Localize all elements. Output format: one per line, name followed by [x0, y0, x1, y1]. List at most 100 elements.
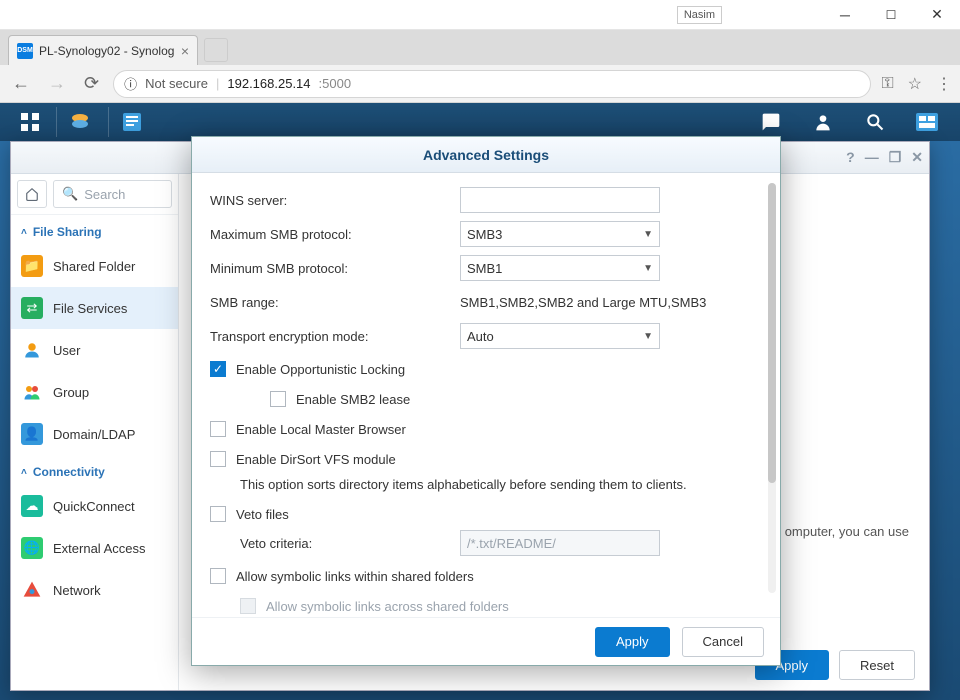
smb-range-label: SMB range: — [210, 295, 460, 310]
address-bar[interactable]: ⓘ Not secure | 192.168.25.14:5000 — [113, 70, 871, 98]
transport-select[interactable]: Auto ▼ — [460, 323, 660, 349]
local-master-label: Enable Local Master Browser — [236, 422, 406, 437]
symlinks-within-label: Allow symbolic links within shared folde… — [236, 569, 474, 584]
reload-button[interactable]: ⟳ — [80, 69, 103, 98]
sidebar-item-file-services[interactable]: ⇄ File Services — [11, 287, 178, 329]
veto-criteria-input[interactable] — [460, 530, 660, 556]
cloud-icon: ☁ — [21, 495, 43, 517]
dsm-apps-button[interactable] — [10, 107, 50, 137]
dsm-taskbar-app1[interactable] — [56, 107, 102, 137]
modal-cancel-button[interactable]: Cancel — [682, 627, 764, 657]
max-smb-select[interactable]: SMB3 ▼ — [460, 221, 660, 247]
network-icon — [21, 579, 43, 601]
chevron-up-icon: ˄ — [21, 467, 27, 478]
chevron-up-icon: ˄ — [21, 227, 27, 238]
control-panel-window: Control Panel ? — ❐ ✕ 🔍 Search — [10, 141, 930, 691]
section-file-sharing[interactable]: ˄ File Sharing — [11, 215, 178, 245]
modal-body: WINS server: Maximum SMB protocol: SMB3 … — [192, 173, 780, 617]
cp-reset-button[interactable]: Reset — [839, 650, 915, 680]
sidebar-item-external-access[interactable]: 🌐 External Access — [11, 527, 178, 569]
dsm-widgets-icon[interactable] — [904, 107, 950, 137]
modal-title: Advanced Settings — [192, 137, 780, 173]
dsm-search-icon[interactable] — [852, 107, 898, 137]
local-master-checkbox[interactable] — [210, 421, 226, 437]
key-icon[interactable]: ⚿ — [881, 75, 893, 93]
symlinks-across-label: Allow symbolic links across shared folde… — [266, 599, 509, 614]
star-icon[interactable]: ☆ — [908, 74, 922, 94]
sidebar-item-network[interactable]: Network — [11, 569, 178, 611]
control-panel-sidebar: 🔍 Search ˄ File Sharing 📁 Shared Folder … — [11, 174, 179, 690]
search-icon: 🔍 — [62, 186, 78, 202]
os-username: Nasim — [677, 6, 722, 24]
transport-label: Transport encryption mode: — [210, 329, 460, 344]
section-connectivity[interactable]: ˄ Connectivity — [11, 455, 178, 485]
advanced-settings-modal: Advanced Settings WINS server: Maximum S… — [191, 136, 781, 666]
divider: | — [216, 76, 219, 91]
sidebar-item-domain-ldap[interactable]: 👤 Domain/LDAP — [11, 413, 178, 455]
veto-files-label: Veto files — [236, 507, 289, 522]
main-hint-text: omputer, you can use — [785, 524, 909, 539]
dirsort-label: Enable DirSort VFS module — [236, 452, 396, 467]
dsm-taskbar-app2[interactable] — [108, 107, 154, 137]
folder-icon: 📁 — [21, 255, 43, 277]
search-placeholder: Search — [84, 187, 125, 202]
opportunistic-locking-label: Enable Opportunistic Locking — [236, 362, 405, 377]
chevron-down-icon: ▼ — [643, 263, 653, 274]
symlinks-within-checkbox[interactable] — [210, 568, 226, 584]
os-maximize-button[interactable]: ☐ — [868, 0, 914, 30]
os-titlebar: Nasim ─ ☐ ✕ — [0, 0, 960, 30]
symlinks-across-checkbox — [240, 598, 256, 614]
file-services-icon: ⇄ — [21, 297, 43, 319]
cp-close-icon[interactable]: ✕ — [911, 149, 923, 166]
sidebar-item-group[interactable]: Group — [11, 371, 178, 413]
back-button[interactable]: ← — [8, 69, 34, 98]
browser-toolbar: ← → ⟳ ⓘ Not secure | 192.168.25.14:5000 … — [0, 65, 960, 103]
tab-favicon: DSM — [17, 43, 33, 59]
min-smb-select[interactable]: SMB1 ▼ — [460, 255, 660, 281]
browser-tab-strip: DSM PL-Synology02 - Synolog × — [0, 30, 960, 65]
menu-icon[interactable]: ⋮ — [936, 74, 952, 94]
scrollbar-thumb[interactable] — [768, 183, 776, 483]
wins-input[interactable] — [460, 187, 660, 213]
sidebar-item-shared-folder[interactable]: 📁 Shared Folder — [11, 245, 178, 287]
max-smb-label: Maximum SMB protocol: — [210, 227, 460, 242]
min-smb-label: Minimum SMB protocol: — [210, 261, 460, 276]
forward-button[interactable]: → — [44, 69, 70, 98]
dsm-chat-icon[interactable] — [748, 107, 794, 137]
dsm-user-icon[interactable] — [800, 107, 846, 137]
cp-maximize-icon[interactable]: ❐ — [889, 149, 902, 166]
dirsort-checkbox[interactable] — [210, 451, 226, 467]
user-icon — [21, 339, 43, 361]
smb-range-value: SMB1,SMB2,SMB2 and Large MTU,SMB3 — [460, 295, 762, 310]
sidebar-item-user[interactable]: User — [11, 329, 178, 371]
sidebar-item-quickconnect[interactable]: ☁ QuickConnect — [11, 485, 178, 527]
tab-close-icon[interactable]: × — [181, 43, 189, 59]
tab-title: PL-Synology02 - Synolog — [39, 44, 175, 58]
modal-footer: Apply Cancel — [192, 617, 780, 665]
browser-tab[interactable]: DSM PL-Synology02 - Synolog × — [8, 35, 198, 65]
dsm-desktop: Control Panel ? — ❐ ✕ 🔍 Search — [0, 141, 960, 700]
globe-icon: 🌐 — [21, 537, 43, 559]
opportunistic-locking-checkbox[interactable] — [210, 361, 226, 377]
cp-help-icon[interactable]: ? — [846, 149, 855, 166]
chevron-down-icon: ▼ — [643, 331, 653, 342]
os-minimize-button[interactable]: ─ — [822, 0, 868, 30]
sidebar-home-button[interactable] — [17, 180, 47, 208]
sidebar-search-input[interactable]: 🔍 Search — [53, 180, 172, 208]
dirsort-hint: This option sorts directory items alphab… — [210, 477, 762, 492]
wins-label: WINS server: — [210, 193, 460, 208]
modal-apply-button[interactable]: Apply — [595, 627, 670, 657]
veto-criteria-label: Veto criteria: — [240, 536, 460, 551]
new-tab-button[interactable] — [204, 38, 228, 62]
toolbar-right: ⚿ ☆ ⋮ — [881, 74, 952, 94]
domain-icon: 👤 — [21, 423, 43, 445]
chevron-down-icon: ▼ — [643, 229, 653, 240]
smb2-lease-checkbox[interactable] — [270, 391, 286, 407]
url-host: 192.168.25.14 — [227, 76, 310, 91]
info-icon: ⓘ — [124, 74, 137, 93]
security-label: Not secure — [145, 76, 208, 91]
group-icon — [21, 381, 43, 403]
cp-minimize-icon[interactable]: — — [865, 149, 879, 166]
veto-files-checkbox[interactable] — [210, 506, 226, 522]
os-close-button[interactable]: ✕ — [914, 0, 960, 30]
